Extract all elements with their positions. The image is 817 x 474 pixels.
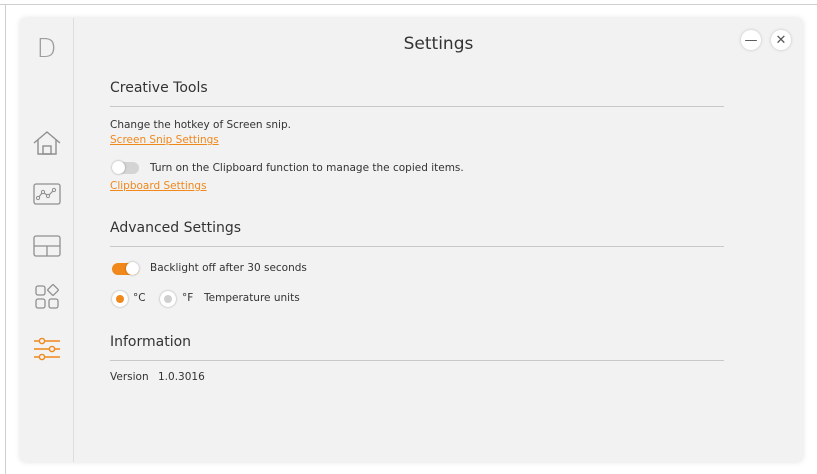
celsius-label: °C bbox=[133, 292, 146, 304]
sidebar-item-chart[interactable] bbox=[32, 179, 62, 209]
sidebar-item-layout[interactable] bbox=[32, 231, 62, 261]
sliders-icon bbox=[34, 337, 60, 361]
section-title-information: Information bbox=[110, 334, 192, 350]
main-content: Settings — ✕ Creative Tools Change the h… bbox=[74, 18, 803, 462]
screen-snip-settings-link[interactable]: Screen Snip Settings bbox=[110, 134, 219, 146]
backlight-toggle[interactable] bbox=[112, 262, 139, 275]
home-icon bbox=[33, 131, 61, 155]
minimize-button[interactable]: — bbox=[741, 30, 761, 50]
divider bbox=[110, 360, 724, 361]
clipboard-toggle[interactable] bbox=[112, 161, 139, 174]
page-title: Settings bbox=[403, 34, 474, 54]
version-value: 1.0.3016 bbox=[158, 371, 205, 383]
clipboard-settings-link[interactable]: Clipboard Settings bbox=[110, 180, 207, 192]
hotkey-description: Change the hotkey of Screen snip. bbox=[110, 119, 291, 131]
celsius-radio[interactable] bbox=[112, 291, 128, 307]
outer-frame-left bbox=[5, 4, 6, 474]
version-label: Version bbox=[110, 371, 149, 383]
sidebar-item-apps[interactable] bbox=[32, 282, 62, 312]
settings-window: D Settings — ✕ Creative Tools Change the… bbox=[20, 18, 803, 462]
sidebar: D bbox=[20, 18, 74, 462]
close-button[interactable]: ✕ bbox=[771, 30, 791, 50]
backlight-label: Backlight off after 30 seconds bbox=[150, 262, 307, 274]
section-title-advanced-settings: Advanced Settings bbox=[110, 220, 242, 236]
clipboard-toggle-label: Turn on the Clipboard function to manage… bbox=[150, 162, 464, 174]
divider bbox=[110, 106, 724, 107]
minimize-icon: — bbox=[744, 32, 758, 48]
radio-dot bbox=[116, 295, 124, 303]
toggle-knob bbox=[126, 262, 139, 275]
temperature-units-label: Temperature units bbox=[204, 292, 300, 304]
sidebar-item-settings[interactable] bbox=[32, 334, 62, 364]
fahrenheit-label: °F bbox=[182, 292, 194, 304]
chart-icon bbox=[33, 183, 61, 205]
outer-frame-top bbox=[0, 4, 817, 5]
app-logo: D bbox=[36, 34, 57, 64]
radio-dot bbox=[164, 295, 172, 303]
divider bbox=[110, 246, 724, 247]
toggle-knob bbox=[112, 161, 125, 174]
fahrenheit-radio[interactable] bbox=[160, 291, 176, 307]
apps-icon bbox=[35, 284, 59, 309]
layout-icon bbox=[33, 235, 61, 257]
sidebar-item-home[interactable] bbox=[32, 128, 62, 158]
close-icon: ✕ bbox=[775, 32, 787, 48]
section-title-creative-tools: Creative Tools bbox=[110, 80, 208, 96]
